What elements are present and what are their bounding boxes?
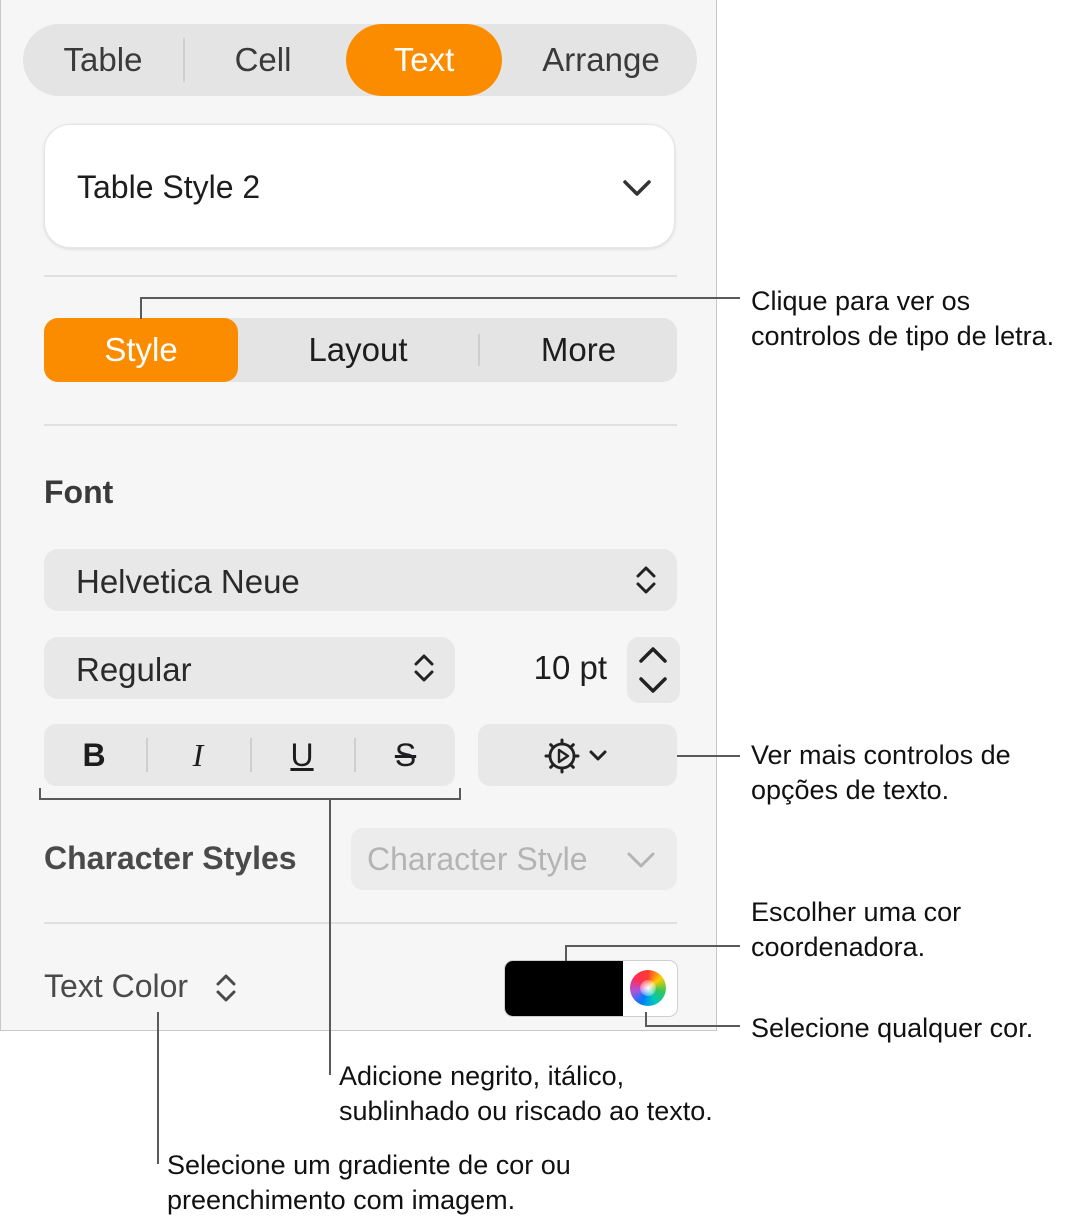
tab-more[interactable]: More — [480, 318, 677, 382]
callout-style-tab: Clique para ver os controlos de tipo de … — [751, 286, 1055, 351]
font-size-field[interactable]: 10 pt — [479, 637, 621, 699]
callout-more-options: Ver mais controlos de opções de texto. — [751, 740, 1011, 805]
typeface-popup[interactable]: Regular — [44, 637, 455, 699]
text-format-buttons: B I U S — [44, 724, 455, 786]
font-section-title: Font — [44, 474, 114, 510]
divider — [44, 922, 677, 924]
tab-cell[interactable]: Cell — [193, 24, 333, 96]
font-family-value: Helvetica Neue — [76, 563, 300, 600]
up-down-arrows-icon — [414, 654, 434, 682]
text-color-label: Text Color — [44, 968, 189, 1004]
top-tab-bar: Table Cell Text Arrange — [23, 24, 697, 96]
callout-line — [39, 788, 41, 800]
text-color-popup[interactable]: Text Color — [44, 968, 236, 1005]
font-family-popup[interactable]: Helvetica Neue — [44, 549, 677, 611]
italic-button[interactable]: I — [148, 724, 248, 786]
tab-table[interactable]: Table — [33, 24, 173, 96]
callout-line — [157, 1012, 159, 1164]
tab-style[interactable]: Style — [44, 318, 238, 382]
divider — [44, 275, 677, 277]
format-sidebar: Table Cell Text Arrange Table Style 2 St… — [0, 0, 717, 1031]
chevron-down-icon — [589, 750, 607, 761]
tab-divider — [183, 38, 185, 82]
bold-button[interactable]: B — [44, 724, 144, 786]
table-style-dropdown[interactable]: Table Style 2 — [44, 124, 675, 248]
callout-line — [565, 945, 567, 961]
character-style-placeholder: Character Style — [367, 841, 588, 877]
callout-coordinating-color: Escolher uma cor coordenadora. — [751, 897, 962, 962]
color-swatch[interactable] — [505, 961, 623, 1016]
callout-gradient: Selecione um gradiente de cor ou preench… — [167, 1150, 571, 1215]
text-sub-tab-bar: Style Layout More — [44, 318, 677, 382]
callout-line — [565, 945, 740, 947]
chevron-down-icon — [627, 852, 655, 868]
callout-line — [645, 1012, 647, 1026]
tab-arrange[interactable]: Arrange — [515, 24, 687, 96]
tab-text[interactable]: Text — [346, 24, 502, 96]
strikethrough-button[interactable]: S — [356, 724, 455, 786]
text-color-well — [504, 960, 678, 1017]
color-wheel-icon[interactable] — [630, 970, 666, 1006]
underline-button[interactable]: U — [252, 724, 352, 786]
callout-format: Adicione negrito, itálico, sublinhado ou… — [339, 1061, 713, 1126]
gear-icon — [544, 738, 580, 774]
callout-line — [459, 788, 461, 800]
up-down-arrows-icon — [216, 974, 236, 1002]
font-size-value: 10 pt — [533, 649, 607, 686]
callout-line — [677, 755, 740, 757]
callout-line — [39, 798, 461, 800]
advanced-options-button[interactable] — [478, 724, 677, 786]
callout-line — [140, 297, 142, 319]
table-style-value: Table Style 2 — [77, 169, 261, 205]
font-size-stepper[interactable] — [627, 637, 680, 703]
callout-line — [645, 1025, 740, 1027]
character-style-popup[interactable]: Character Style — [351, 828, 677, 890]
chevron-down-icon — [623, 180, 651, 196]
divider — [44, 424, 677, 426]
tab-layout[interactable]: Layout — [258, 318, 458, 382]
callout-line — [140, 297, 740, 299]
up-down-arrows-icon — [636, 566, 656, 594]
character-styles-label: Character Styles — [44, 840, 297, 876]
callout-line — [329, 799, 331, 1075]
stepper-arrows-icon — [639, 647, 667, 693]
typeface-value: Regular — [76, 651, 192, 688]
callout-any-color: Selecione qualquer cor. — [751, 1013, 1034, 1043]
